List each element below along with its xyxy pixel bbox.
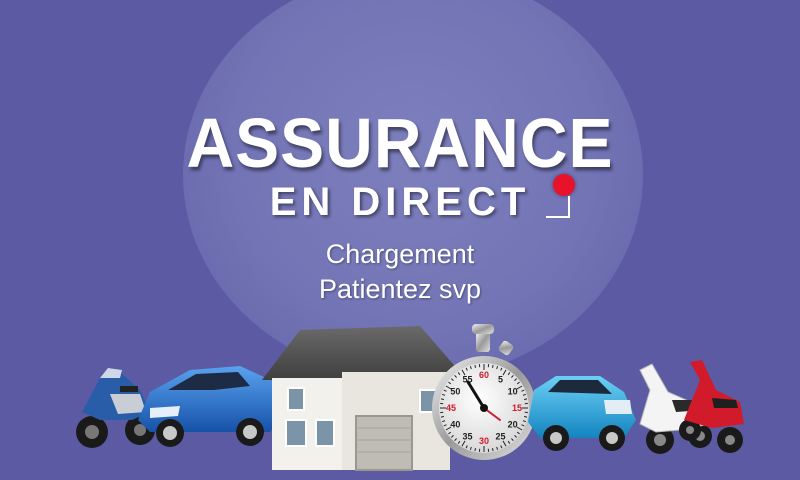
stopwatch-tick bbox=[492, 447, 494, 452]
stopwatch-tick bbox=[440, 398, 445, 400]
stopwatch-mark: 50 bbox=[450, 387, 460, 397]
vehicles-illustration: 60 5 10 15 20 25 30 35 40 45 50 55 bbox=[76, 324, 744, 471]
stopwatch-mark: 20 bbox=[508, 420, 518, 430]
stopwatch-tick bbox=[523, 416, 528, 418]
stopwatch-tick bbox=[474, 364, 476, 369]
stopwatch-mark: 45 bbox=[446, 403, 456, 413]
loading-text: Chargement bbox=[325, 239, 475, 269]
car-icon bbox=[528, 376, 636, 451]
stopwatch-mark: 15 bbox=[512, 403, 522, 413]
stopwatch-tick bbox=[523, 398, 528, 400]
stopwatch-icon: 60 5 10 15 20 25 30 35 40 45 50 55 bbox=[432, 324, 536, 460]
stopwatch-tick bbox=[474, 447, 476, 452]
stopwatch-mark: 35 bbox=[462, 432, 472, 442]
stopwatch-mark: 25 bbox=[495, 432, 505, 442]
brand-title: ASSURANCE bbox=[186, 104, 614, 182]
record-bracket-icon bbox=[546, 196, 570, 218]
wait-text: Patientez svp bbox=[318, 274, 482, 304]
stopwatch-mark: 10 bbox=[508, 387, 518, 397]
stopwatch-mark: 5 bbox=[498, 374, 503, 384]
brand-subtitle: EN DIRECT bbox=[269, 180, 531, 224]
stopwatch-mark: 30 bbox=[479, 436, 489, 446]
car-icon bbox=[138, 366, 282, 447]
brand-logo: ASSURANCE EN DIRECT bbox=[0, 104, 800, 224]
record-dot-icon bbox=[553, 174, 575, 196]
stopwatch-mark: 60 bbox=[479, 370, 489, 380]
stopwatch-tick bbox=[440, 416, 445, 418]
house-icon bbox=[262, 326, 460, 471]
stopwatch-tick bbox=[492, 364, 494, 369]
stopwatch-mark: 40 bbox=[450, 420, 460, 430]
